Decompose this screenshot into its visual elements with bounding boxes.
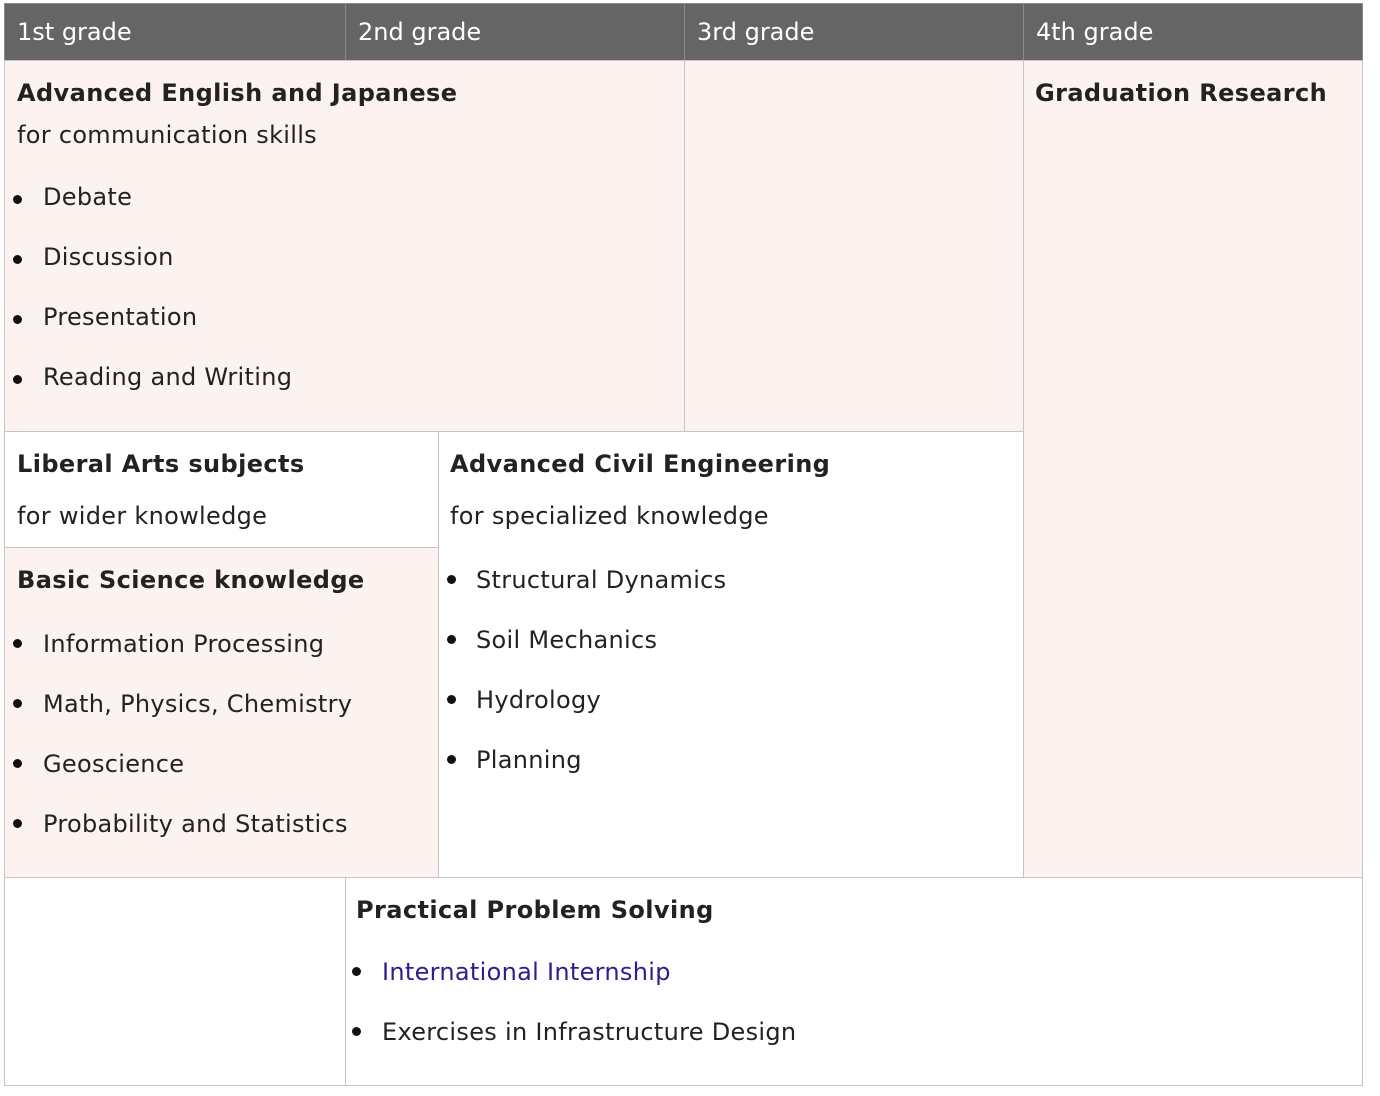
civil-engineering-cell: Advanced Civil Engineering for specializ… bbox=[438, 431, 1024, 878]
english-cell: Advanced English and Japanese for commun… bbox=[4, 60, 685, 432]
civil-subtitle: for specialized knowledge bbox=[450, 502, 769, 530]
english-item-reading-writing: Reading and Writing bbox=[43, 363, 293, 391]
civil-item-hydrology: Hydrology bbox=[476, 686, 601, 714]
basic-science-cell: Basic Science knowledge Information Proc… bbox=[4, 547, 439, 878]
science-item-probability-statistics: Probability and Statistics bbox=[43, 810, 348, 838]
english-subtitle: for communication skills bbox=[17, 121, 317, 149]
civil-item-planning: Planning bbox=[476, 746, 582, 774]
graduation-cell: Graduation Research bbox=[1023, 60, 1363, 878]
bullet-dot bbox=[13, 375, 22, 384]
english-item-debate: Debate bbox=[43, 183, 133, 211]
practical-cell: Practical Problem Solving International … bbox=[345, 877, 1363, 1086]
english-title: Advanced English and Japanese bbox=[17, 79, 458, 107]
science-item-math-physics-chemistry: Math, Physics, Chemistry bbox=[43, 690, 353, 718]
bullet-dot bbox=[13, 255, 22, 264]
header-1st-grade: 1st grade bbox=[4, 3, 346, 61]
science-item-geoscience: Geoscience bbox=[43, 750, 185, 778]
bullet-dot bbox=[447, 755, 456, 764]
civil-title: Advanced Civil Engineering bbox=[450, 450, 831, 478]
bullet-dot bbox=[352, 967, 361, 976]
header-4th-grade: 4th grade bbox=[1023, 3, 1363, 61]
bullet-dot bbox=[13, 759, 22, 768]
bottom-left-empty-cell bbox=[4, 877, 346, 1086]
liberal-arts-cell: Liberal Arts subjects for wider knowledg… bbox=[4, 431, 439, 548]
header-3rd-grade: 3rd grade bbox=[684, 3, 1024, 61]
graduation-title: Graduation Research bbox=[1035, 79, 1328, 107]
practical-title: Practical Problem Solving bbox=[356, 896, 714, 924]
english-item-presentation: Presentation bbox=[43, 303, 198, 331]
bullet-dot bbox=[13, 699, 22, 708]
bullet-dot bbox=[447, 635, 456, 644]
bullet-dot bbox=[447, 575, 456, 584]
liberal-arts-subtitle: for wider knowledge bbox=[17, 502, 268, 530]
science-title: Basic Science knowledge bbox=[17, 566, 365, 594]
bullet-dot bbox=[13, 315, 22, 324]
bullet-dot bbox=[13, 639, 22, 648]
science-item-information-processing: Information Processing bbox=[43, 630, 325, 658]
civil-item-soil-mechanics: Soil Mechanics bbox=[476, 626, 658, 654]
header-2nd-grade: 2nd grade bbox=[345, 3, 685, 61]
bullet-dot bbox=[13, 195, 22, 204]
civil-item-structural-dynamics: Structural Dynamics bbox=[476, 566, 727, 594]
curriculum-table: 1st grade 2nd grade 3rd grade 4th grade … bbox=[0, 0, 1380, 1096]
third-grade-empty-cell bbox=[684, 60, 1024, 432]
liberal-arts-title: Liberal Arts subjects bbox=[17, 450, 305, 478]
bullet-dot bbox=[352, 1027, 361, 1036]
bullet-dot bbox=[447, 695, 456, 704]
bullet-dot bbox=[13, 819, 22, 828]
practical-item-infrastructure-design: Exercises in Infrastructure Design bbox=[382, 1018, 797, 1046]
international-internship-link[interactable]: International Internship bbox=[382, 958, 671, 986]
english-item-discussion: Discussion bbox=[43, 243, 174, 271]
